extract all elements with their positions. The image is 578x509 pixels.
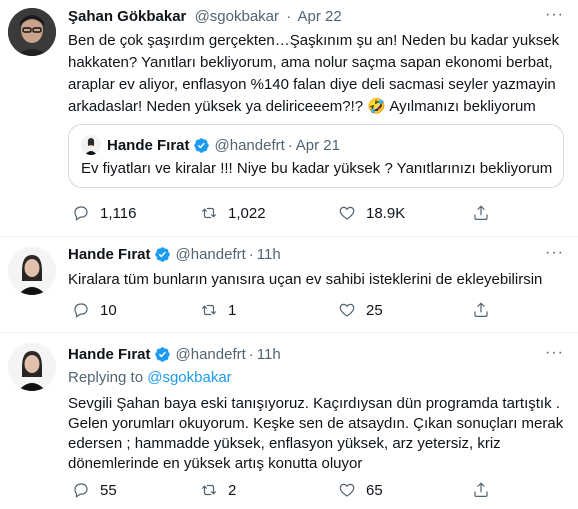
text-segment: Ayılmanızı bekliyorum	[389, 98, 536, 115]
separator-dot: ·	[248, 246, 254, 263]
tweet-hande-reply-1[interactable]: Hande Fırat @handefrt · 11h ··· Kiralara…	[0, 237, 578, 332]
text-segment: arkadaslar! Neden yüksek ya deliriceeem?…	[68, 98, 364, 115]
verified-badge-icon	[154, 347, 170, 362]
heart-icon	[339, 303, 355, 317]
retweet-count: 1,022	[228, 204, 266, 222]
author-name[interactable]: Hande Fırat	[68, 346, 151, 363]
reply-button[interactable]: 10	[72, 301, 117, 319]
author-name[interactable]: Şahan Gökbakar	[68, 8, 186, 25]
avatar-hande-image	[8, 343, 56, 391]
text-line: Sevgili Şahan baya eski tanışıyoruz. Kaç…	[68, 395, 560, 412]
more-options-icon[interactable]: ···	[545, 244, 564, 262]
share-icon	[474, 302, 488, 317]
avatar-sahan-image	[8, 8, 56, 56]
reply-icon	[74, 483, 88, 498]
reply-button[interactable]: 55	[72, 481, 117, 499]
avatar-hande[interactable]	[8, 247, 56, 295]
avatar-sahan[interactable]	[8, 8, 56, 56]
share-button[interactable]	[472, 301, 490, 319]
avatar-hande-image	[8, 247, 56, 295]
rofl-emoji: 🤣	[367, 98, 387, 115]
quoted-tweet-header: Hande Fırat @handefrt · Apr 21	[81, 135, 340, 155]
like-count: 25	[366, 301, 383, 319]
reply-count: 55	[100, 481, 117, 499]
retweet-button[interactable]: 1	[200, 301, 236, 319]
quoted-timestamp: Apr 21	[295, 136, 340, 154]
more-options-icon[interactable]: ···	[545, 344, 564, 362]
share-icon	[474, 482, 488, 497]
text-line: araplar ev aliyor, enflasyon %140 falan …	[68, 76, 556, 93]
reply-icon	[74, 303, 88, 318]
more-options-icon[interactable]: ···	[545, 6, 564, 24]
verified-badge-icon	[193, 137, 209, 153]
retweet-button[interactable]: 2	[200, 481, 236, 499]
quoted-author-name: Hande Fırat	[107, 136, 190, 154]
text-line: Gelen yorumları okuyorum. Keşke sen de a…	[68, 415, 564, 432]
retweet-button[interactable]: 1,022	[200, 204, 266, 222]
replying-to-handle-link[interactable]: @sgokbakar	[147, 369, 231, 386]
text-line: dönemlerinde en yüksek artış konutta olu…	[68, 455, 363, 472]
separator-dot: ·	[287, 136, 293, 154]
avatar-hande[interactable]	[8, 343, 56, 391]
verified-badge-icon	[154, 247, 170, 262]
share-button[interactable]	[472, 204, 490, 222]
text-line: hakkaten? Yanıtları bekliyorum, ama nolu…	[68, 54, 553, 71]
quoted-tweet-text: Ev fiyatları ve kiralar !!! Niye bu kada…	[81, 160, 553, 177]
like-count: 18.9K	[366, 204, 406, 222]
like-button[interactable]: 65	[338, 481, 383, 499]
author-name[interactable]: Hande Fırat	[68, 246, 151, 263]
tweet1-text: Ben de çok şaşırdım gerçekten…Şaşkınım ş…	[68, 31, 568, 117]
reply-count: 10	[100, 301, 117, 319]
like-button[interactable]: 18.9K	[338, 204, 405, 222]
tweet3-text: Sevgili Şahan baya eski tanışıyoruz. Kaç…	[68, 394, 568, 474]
retweet-count: 2	[228, 481, 237, 499]
like-count: 65	[366, 481, 383, 499]
reply-icon	[74, 206, 88, 221]
text-line-last: arkadaslar! Neden yüksek ya deliriceeem?…	[68, 97, 568, 117]
timestamp[interactable]: 11h	[257, 246, 281, 263]
text-line: edersen ; hammadde yüksek, enflasyon yük…	[68, 435, 501, 452]
author-handle[interactable]: @handefrt	[176, 346, 246, 363]
retweet-icon	[201, 207, 217, 219]
timestamp[interactable]: 11h	[257, 346, 281, 363]
author-handle[interactable]: @handefrt	[176, 246, 246, 263]
timestamp[interactable]: Apr 22	[298, 8, 342, 25]
separator-dot: ·	[286, 8, 292, 25]
replying-to: Replying to @sgokbakar	[68, 369, 232, 386]
heart-icon	[339, 206, 355, 220]
replying-to-label: Replying to	[68, 369, 144, 386]
tweet-hande-reply-2[interactable]: Hande Fırat @handefrt · 11h ··· Replying…	[0, 333, 578, 509]
retweet-icon	[201, 304, 217, 316]
tweet-sahan[interactable]: Şahan Gökbakar @sgokbakar · Apr 22 ··· B…	[0, 0, 578, 236]
retweet-icon	[201, 484, 217, 496]
quoted-author-handle: @handefrt	[214, 136, 285, 154]
tweet3-header: Hande Fırat @handefrt · 11h	[68, 346, 281, 363]
tweet1-header: Şahan Gökbakar @sgokbakar · Apr 22	[68, 8, 342, 25]
author-handle[interactable]: @sgokbakar	[195, 8, 279, 25]
retweet-count: 1	[228, 301, 237, 319]
reply-count: 1,116	[100, 204, 137, 222]
reply-button[interactable]: 1,116	[72, 204, 136, 222]
tweet2-text: Kiralara tüm bunların yanısıra uçan ev s…	[68, 271, 543, 288]
share-icon	[474, 205, 488, 220]
quoted-tweet[interactable]: Hande Fırat @handefrt · Apr 21 Ev fiyatl…	[68, 124, 564, 188]
like-button[interactable]: 25	[338, 301, 383, 319]
tweet2-header: Hande Fırat @handefrt · 11h	[68, 246, 281, 263]
share-button[interactable]	[472, 481, 490, 499]
text-line: Ben de çok şaşırdım gerçekten…Şaşkınım ş…	[68, 32, 560, 49]
separator-dot: ·	[248, 346, 254, 363]
heart-icon	[339, 483, 355, 497]
quoted-avatar	[81, 135, 101, 155]
